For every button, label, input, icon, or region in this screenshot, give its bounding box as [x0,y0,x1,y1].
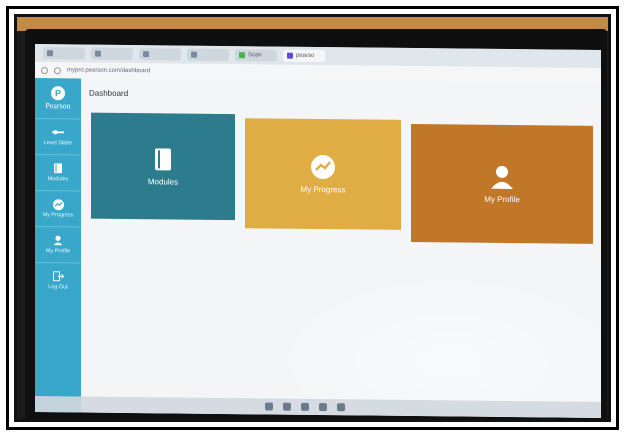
brand[interactable]: P Pearson [35,78,81,118]
browser-tab[interactable] [43,47,85,60]
book-icon [151,147,175,171]
monitor: Scan pearso mypro.pearson.com/dashboard … [25,29,607,419]
sidebar-item-log-out[interactable]: Log Out [35,262,81,299]
user-icon [52,235,64,246]
sidebar-item-my-progress[interactable]: My Progress [35,190,81,227]
brand-name: Pearson [45,101,71,111]
browser-tab[interactable] [139,48,181,61]
favicon-icon [191,51,197,58]
tab-label: Scan [248,52,262,59]
mail-icon[interactable] [337,403,345,412]
user-icon [490,164,514,189]
url-field[interactable]: mypro.pearson.com/dashboard [67,67,150,74]
favicon-icon [143,51,149,58]
tile-modules[interactable]: Modules [91,112,235,221]
progress-icon [52,198,64,210]
browser-tab[interactable]: Scan [235,49,277,62]
tile-label: Modules [147,176,179,187]
sidebar-item-label: My Profile [45,248,71,255]
favicon-icon [47,50,53,57]
progress-icon [311,154,335,179]
search-icon[interactable] [283,402,291,411]
browser-tab[interactable] [187,48,229,62]
sidebar-item-label: Modules [47,176,69,183]
tile-my-profile[interactable]: My Profile [411,123,593,244]
browser-icon[interactable] [319,403,327,412]
favicon-icon [239,52,245,59]
sidebar-item-label: Log Out [48,284,68,291]
sidebar-item-label: My Progress [42,212,74,219]
pearson-logo-icon: P [51,86,65,101]
favicon-icon [95,50,101,57]
back-icon[interactable] [41,66,48,74]
file-explorer-icon[interactable] [301,402,309,411]
tile-label: My Profile [484,194,520,204]
start-icon[interactable] [265,402,273,411]
book-icon [52,163,64,174]
logout-icon [52,271,64,282]
tile-label: My Progress [300,184,346,194]
sidebar: P Pearson Level Slider Modules My Progre… [35,78,81,413]
browser-tab[interactable] [91,47,133,61]
screen-glare [271,270,601,418]
sidebar-item-modules[interactable]: Modules [35,154,81,191]
browser-tab-active[interactable]: pearso [283,49,325,63]
sidebar-item-level-slider[interactable]: Level Slider [35,118,81,155]
tab-label: pearso [296,52,315,59]
slider-icon [52,127,64,137]
screen: Scan pearso mypro.pearson.com/dashboard … [35,44,601,418]
reload-icon[interactable] [54,66,61,74]
main-content: Dashboard Modules My Progress My Profile [81,78,601,418]
sidebar-item-label: Level Slider [43,140,73,147]
photo-frame: Scan pearso mypro.pearson.com/dashboard … [14,14,611,422]
page-title: Dashboard [89,88,129,99]
tile-my-progress[interactable]: My Progress [245,118,401,230]
sidebar-item-my-profile[interactable]: My Profile [35,226,81,263]
favicon-icon [287,52,293,59]
